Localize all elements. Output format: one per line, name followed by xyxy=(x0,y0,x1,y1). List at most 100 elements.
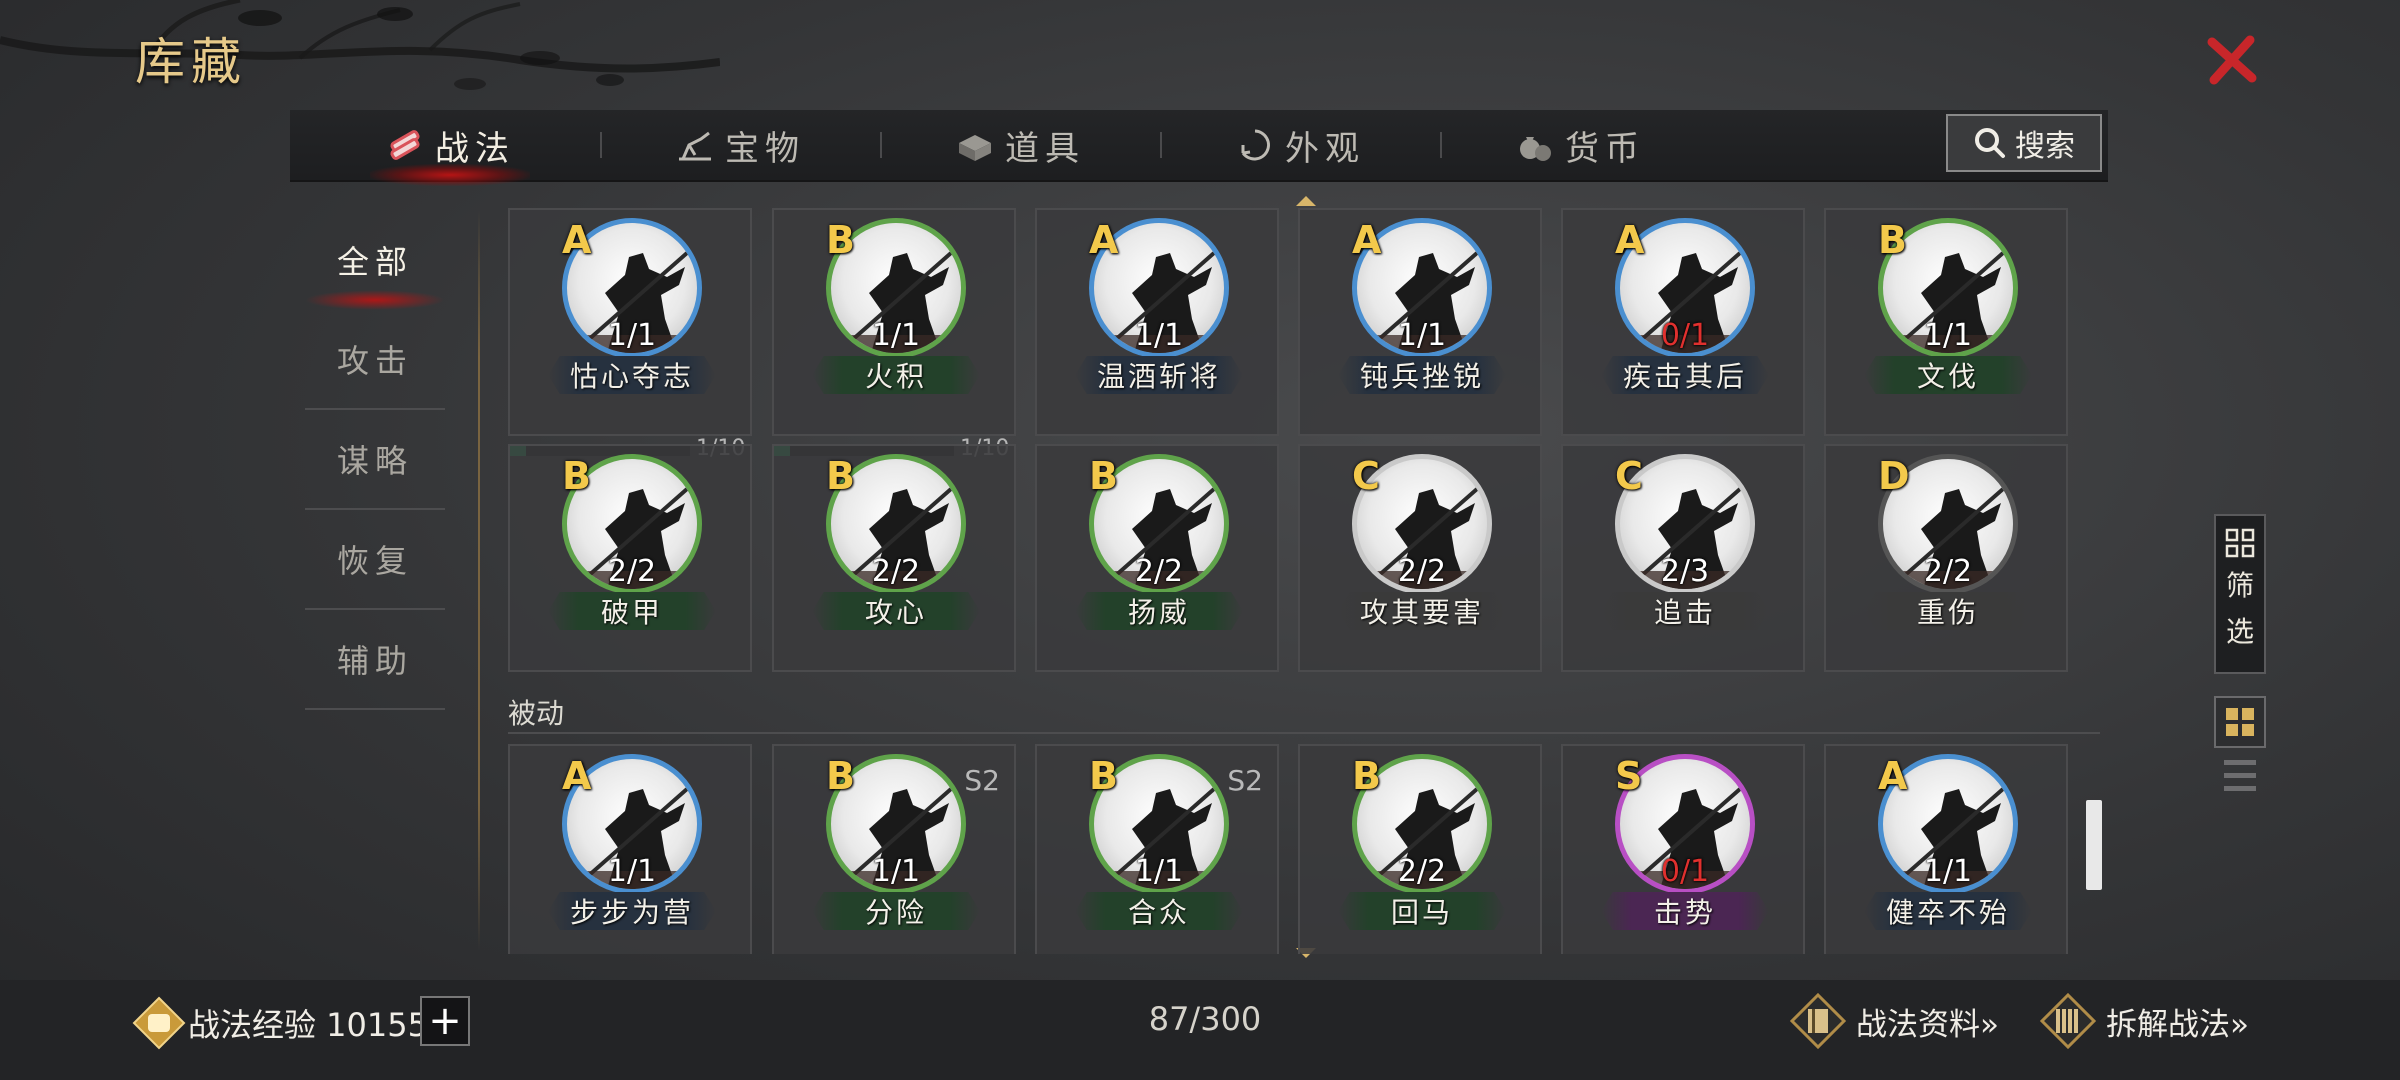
chest-icon xyxy=(959,135,991,161)
tab-tactics[interactable]: 战法 xyxy=(350,110,550,186)
tactic-name: 追击 xyxy=(1601,592,1769,630)
filter-label: 筛 xyxy=(2225,569,2254,602)
category-all[interactable]: 全部 xyxy=(305,210,445,310)
season-tag: S2 xyxy=(964,764,1000,797)
tactic-count: 2/2 xyxy=(871,554,921,589)
tactic-card[interactable]: A 1/1 健卒不殆 xyxy=(1824,744,2068,954)
category-support[interactable]: 辅助 xyxy=(305,610,445,710)
tactic-card[interactable]: A 1/1 温酒斩将 xyxy=(1035,208,1279,436)
category-label: 全部 xyxy=(336,243,413,281)
tactic-count: 0/1 xyxy=(1660,854,1710,889)
scroll-bundle-icon xyxy=(390,130,420,160)
tactic-count: 2/2 xyxy=(1397,854,1447,889)
tactic-name: 健卒不殆 xyxy=(1864,892,2032,930)
tactic-name: 合众 xyxy=(1075,892,1243,930)
tactic-grade: B xyxy=(826,454,855,498)
tactic-grade: B xyxy=(1089,754,1118,798)
tactic-name: 温酒斩将 xyxy=(1075,356,1243,394)
tactic-card[interactable]: A 0/1 疾击其后 xyxy=(1561,208,1805,436)
search-icon xyxy=(1975,128,2005,158)
scrollbar-thumb[interactable] xyxy=(2086,800,2102,890)
tactic-card[interactable]: C 2/3 追击 xyxy=(1561,444,1805,672)
tactic-count: 0/1 xyxy=(1660,318,1710,353)
bamboo-scroll-icon xyxy=(2040,993,2096,1049)
tactic-name: 文伐 xyxy=(1864,356,2032,394)
filter-grid-icon xyxy=(2225,528,2255,558)
tactic-card[interactable]: A 1/1 怙心夺志 xyxy=(508,208,752,436)
tactic-card[interactable]: B 1/1 文伐 xyxy=(1824,208,2068,436)
tactic-grade: A xyxy=(1089,218,1119,262)
tactic-card[interactable]: S 0/1 击势 xyxy=(1561,744,1805,954)
swirl-icon xyxy=(1241,129,1270,161)
disassemble-label: 拆解战法» xyxy=(2106,1006,2249,1043)
tactic-name: 扬威 xyxy=(1075,592,1243,630)
grid-view-button[interactable] xyxy=(2214,696,2266,748)
tab-items[interactable]: 道具 xyxy=(910,110,1130,180)
tactic-count: 1/1 xyxy=(1923,854,1973,889)
tactic-name: 分险 xyxy=(812,892,980,930)
tactic-grade: B xyxy=(562,454,591,498)
tactic-name: 疾击其后 xyxy=(1601,356,1769,394)
capacity-count: 87/300 xyxy=(1148,1000,1262,1038)
tactic-card[interactable]: B 1/1 分险 S2 xyxy=(772,744,1016,954)
tactic-name: 攻心 xyxy=(812,592,980,630)
tab-label: 宝物 xyxy=(725,128,805,169)
tactic-grade: B xyxy=(826,754,855,798)
tactic-card[interactable]: B 1/1 合众 S2 xyxy=(1035,744,1279,954)
close-icon[interactable] xyxy=(2200,28,2264,92)
category-attack[interactable]: 攻击 xyxy=(305,310,445,410)
category-label: 辅助 xyxy=(336,642,413,680)
filter-label: 选 xyxy=(2225,615,2254,648)
tactic-grade: B xyxy=(1352,754,1381,798)
tactic-exp-label: 战法经验 10155 xyxy=(188,1006,428,1044)
category-label: 攻击 xyxy=(336,342,413,380)
tactic-info-link[interactable]: 战法资料» xyxy=(1790,993,1999,1049)
tactic-card[interactable]: A 1/1 步步为营 xyxy=(508,744,752,954)
tab-currency[interactable]: 货币 xyxy=(1470,110,1690,180)
tactic-count: 2/2 xyxy=(607,554,657,589)
tab-label: 战法 xyxy=(435,128,515,169)
tactic-name: 击势 xyxy=(1601,892,1769,930)
search-button[interactable]: 搜索 xyxy=(1946,114,2102,172)
tactic-name: 回马 xyxy=(1338,892,1506,930)
tactic-count: 1/1 xyxy=(1134,318,1184,353)
tactic-name: 火积 xyxy=(812,356,980,394)
treasure-icon xyxy=(679,131,711,161)
tactic-count: 1/1 xyxy=(1923,318,1973,353)
filter-button[interactable]: 筛 选 xyxy=(2214,514,2266,674)
tab-treasure[interactable]: 宝物 xyxy=(630,110,850,180)
tactic-name: 破甲 xyxy=(548,592,716,630)
tactic-card[interactable]: B 2/2 扬威 xyxy=(1035,444,1279,672)
tactic-grade: A xyxy=(562,754,592,798)
tab-divider xyxy=(600,132,602,158)
tab-appearance[interactable]: 外观 xyxy=(1190,110,1410,180)
tactic-card[interactable]: B 2/2 回马 xyxy=(1298,744,1542,954)
tactic-count: 1/1 xyxy=(1134,854,1184,889)
category-strategy[interactable]: 谋略 xyxy=(305,410,445,510)
tactic-card[interactable]: A 1/1 钝兵挫锐 xyxy=(1298,208,1542,436)
tactic-count: 2/2 xyxy=(1397,554,1447,589)
tactic-name: 怙心夺志 xyxy=(548,356,716,394)
category-menu: 全部 攻击 谋略 恢复 辅助 xyxy=(305,210,445,710)
disassemble-tactic-link[interactable]: 拆解战法» xyxy=(2040,993,2249,1049)
tab-label: 道具 xyxy=(1005,128,1085,169)
tactic-grade: B xyxy=(1878,218,1907,262)
scroll-up-arrow-icon[interactable] xyxy=(1296,196,1316,206)
passive-section-title: 被动 xyxy=(508,697,565,730)
list-view-icon[interactable] xyxy=(2222,756,2258,796)
tactic-count: 1/1 xyxy=(1397,318,1447,353)
tactic-count: 2/2 xyxy=(1923,554,1973,589)
category-recovery[interactable]: 恢复 xyxy=(305,510,445,610)
tactic-name: 步步为营 xyxy=(548,892,716,930)
tactic-grade: B xyxy=(1089,454,1118,498)
tactic-card[interactable]: C 2/2 攻其要害 xyxy=(1298,444,1542,672)
tactic-grade: S xyxy=(1615,754,1643,798)
tab-divider xyxy=(1440,132,1442,158)
category-label: 谋略 xyxy=(336,442,413,480)
add-exp-button[interactable]: + xyxy=(420,996,470,1046)
tactic-card[interactable]: D 2/2 重伤 xyxy=(1824,444,2068,672)
tactic-card[interactable]: B 1/1 火积 xyxy=(772,208,1016,436)
tactic-card[interactable]: B 2/2 破甲 xyxy=(508,444,752,672)
tactic-card[interactable]: B 2/2 攻心 xyxy=(772,444,1016,672)
tactic-count: 1/1 xyxy=(871,854,921,889)
